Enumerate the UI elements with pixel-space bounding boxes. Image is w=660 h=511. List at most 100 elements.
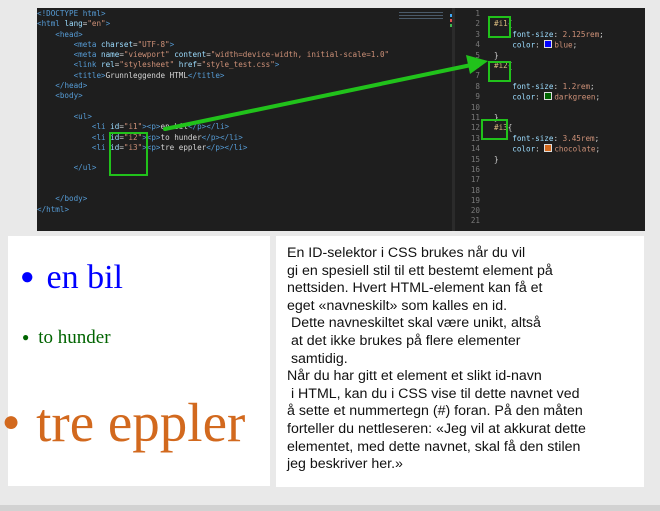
code-line: </html>	[37, 205, 389, 215]
code-line: 6 #i2{	[460, 61, 604, 71]
code-line: 3 font-size: 2.125rem;	[460, 29, 603, 40]
code-token: li	[229, 132, 239, 142]
code-line: <li id="i3"><p>tre eppler</p></li>	[37, 143, 389, 153]
line-number: 16	[470, 164, 480, 174]
code-token: "en"	[87, 19, 106, 29]
css-code-editor[interactable]: 1 2 #i1{3 font-size: 2.125rem; 4 color: blu…	[455, 8, 645, 231]
code-token: ;	[595, 144, 601, 154]
line-number: 1	[475, 9, 480, 18]
code-token: content	[174, 50, 207, 60]
code-token: {	[507, 60, 513, 70]
code-token: }	[494, 50, 499, 60]
code-token: }	[494, 154, 499, 164]
line-number: 15	[470, 154, 480, 164]
code-token: </	[201, 132, 211, 142]
code-token: >	[82, 194, 88, 204]
list-item-to-hunder: ● to hunder	[22, 327, 111, 349]
rendered-page-preview: ● en bil ● to hunder ● tre eppler	[2, 236, 270, 486]
code-line: <!DOCTYPE html>	[37, 9, 389, 19]
code-token: 3.45rem	[562, 133, 595, 143]
code-token: {	[507, 123, 513, 133]
code-token: "style_test.css"	[201, 60, 275, 70]
code-token: html	[46, 204, 65, 214]
code-line: </body>	[37, 194, 389, 204]
code-token: chocolate	[554, 144, 596, 154]
code-token: blue	[554, 40, 573, 50]
code-token: 2.125rem	[562, 29, 600, 39]
code-line: <link rel="stylesheet" href="style_test.…	[37, 60, 389, 70]
code-token: </	[37, 204, 47, 214]
code-line: 5}	[460, 51, 604, 61]
code-token: >	[64, 204, 70, 214]
code-token: <	[37, 60, 79, 70]
code-token: </	[37, 163, 83, 173]
code-token: </	[206, 142, 216, 152]
code-token: ;	[590, 81, 595, 91]
html-code-lines: <!DOCTYPE html> <html lang="en"> <head> <…	[37, 9, 389, 215]
code-line: 16	[460, 165, 604, 175]
code-token: ></	[219, 142, 234, 152]
code-token: href	[178, 60, 198, 70]
code-token: ></	[201, 122, 216, 132]
line-number: 8	[475, 81, 480, 91]
code-line: 15}	[460, 155, 604, 165]
code-token: html	[41, 19, 65, 29]
code-line: 12 #i3{	[460, 123, 604, 133]
bullet-icon: ●	[2, 405, 21, 438]
code-token: #i1	[494, 19, 508, 29]
code-token: <!DOCTYPE	[37, 9, 83, 18]
code-line: <title>Grunnleggende HTML</title>	[37, 71, 389, 81]
code-line: <body>	[37, 91, 389, 101]
code-token: meta	[78, 50, 102, 60]
code-token: :	[553, 29, 563, 39]
code-token: rel	[101, 60, 115, 70]
code-token: name	[101, 50, 120, 60]
code-token: <	[37, 70, 79, 80]
code-token: >	[78, 29, 83, 39]
code-token: {	[507, 19, 513, 29]
code-token: :	[535, 144, 545, 154]
code-token: ></	[215, 132, 230, 142]
code-line: 19	[460, 196, 604, 206]
code-token: >	[91, 163, 97, 173]
code-token: :	[535, 40, 545, 50]
list-item-tre-eppler: ● tre eppler	[2, 391, 245, 454]
color-swatch-icon[interactable]	[544, 39, 553, 48]
color-swatch-icon[interactable]	[544, 91, 553, 100]
code-token: >	[82, 81, 88, 91]
code-token: "width=device-width, initial-scale=1.0"	[210, 50, 390, 60]
list-item-text: tre eppler	[36, 392, 246, 453]
code-token: ;	[594, 133, 600, 143]
color-swatch-icon[interactable]	[544, 143, 553, 152]
code-token: ul	[82, 163, 92, 173]
code-line: 9 color: darkgreen;	[460, 91, 604, 103]
list-item-text: to hunder	[38, 327, 111, 348]
code-token: head	[59, 29, 79, 39]
code-token: >	[169, 39, 175, 49]
code-token: title	[197, 70, 220, 80]
code-line: 17	[460, 175, 604, 185]
list-item-text: en bil	[46, 259, 123, 296]
code-token: >	[219, 70, 225, 80]
code-line: 13 font-size: 3.45rem;	[460, 134, 604, 144]
html-code-editor[interactable]: <!DOCTYPE html> <html lang="en"> <head> <…	[37, 8, 455, 231]
line-number: 9	[475, 92, 480, 102]
code-token: head	[64, 81, 83, 91]
editor-minimap[interactable]	[399, 10, 443, 22]
code-token: "i2"	[123, 132, 143, 142]
code-token: ;	[595, 92, 601, 102]
code-token: color	[494, 40, 536, 50]
code-token: <	[37, 111, 79, 121]
code-token: tre eppler	[160, 142, 207, 152]
code-line: </head>	[37, 81, 389, 91]
code-token: en bil	[160, 122, 188, 132]
code-token: "UTF-8"	[137, 39, 170, 49]
code-token: id	[110, 142, 120, 152]
code-token: "viewport"	[123, 50, 175, 60]
line-number: 18	[470, 185, 480, 195]
code-line: <meta charset="UTF-8">	[37, 40, 389, 50]
code-token: </	[37, 81, 65, 91]
code-token: to hunder	[160, 132, 202, 142]
